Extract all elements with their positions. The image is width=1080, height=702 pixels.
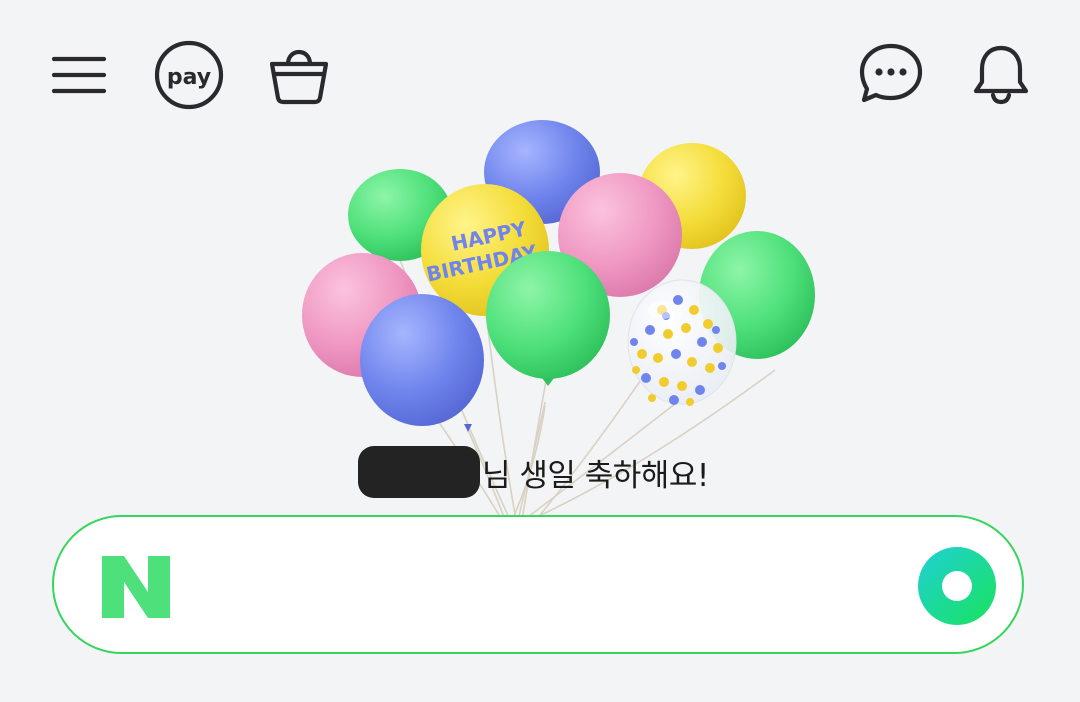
naver-n-logo-icon bbox=[102, 556, 170, 618]
search-input[interactable] bbox=[194, 547, 878, 624]
hamburger-menu-icon[interactable] bbox=[50, 50, 108, 100]
shopping-bag-icon[interactable] bbox=[266, 40, 332, 106]
confetti-balloon bbox=[627, 279, 737, 406]
bell-icon[interactable] bbox=[970, 42, 1032, 106]
pay-label: pay bbox=[167, 65, 211, 90]
green-dot-icon[interactable] bbox=[918, 547, 996, 625]
search-bar[interactable] bbox=[52, 515, 1024, 654]
birthday-message: 님 생일 축하해요! bbox=[482, 457, 709, 494]
birthday-greeting: 님 생일 축하해요! bbox=[358, 446, 709, 498]
pay-icon[interactable]: pay bbox=[152, 40, 226, 110]
chat-bubble-icon[interactable] bbox=[858, 42, 924, 104]
redacted-username bbox=[358, 446, 480, 498]
